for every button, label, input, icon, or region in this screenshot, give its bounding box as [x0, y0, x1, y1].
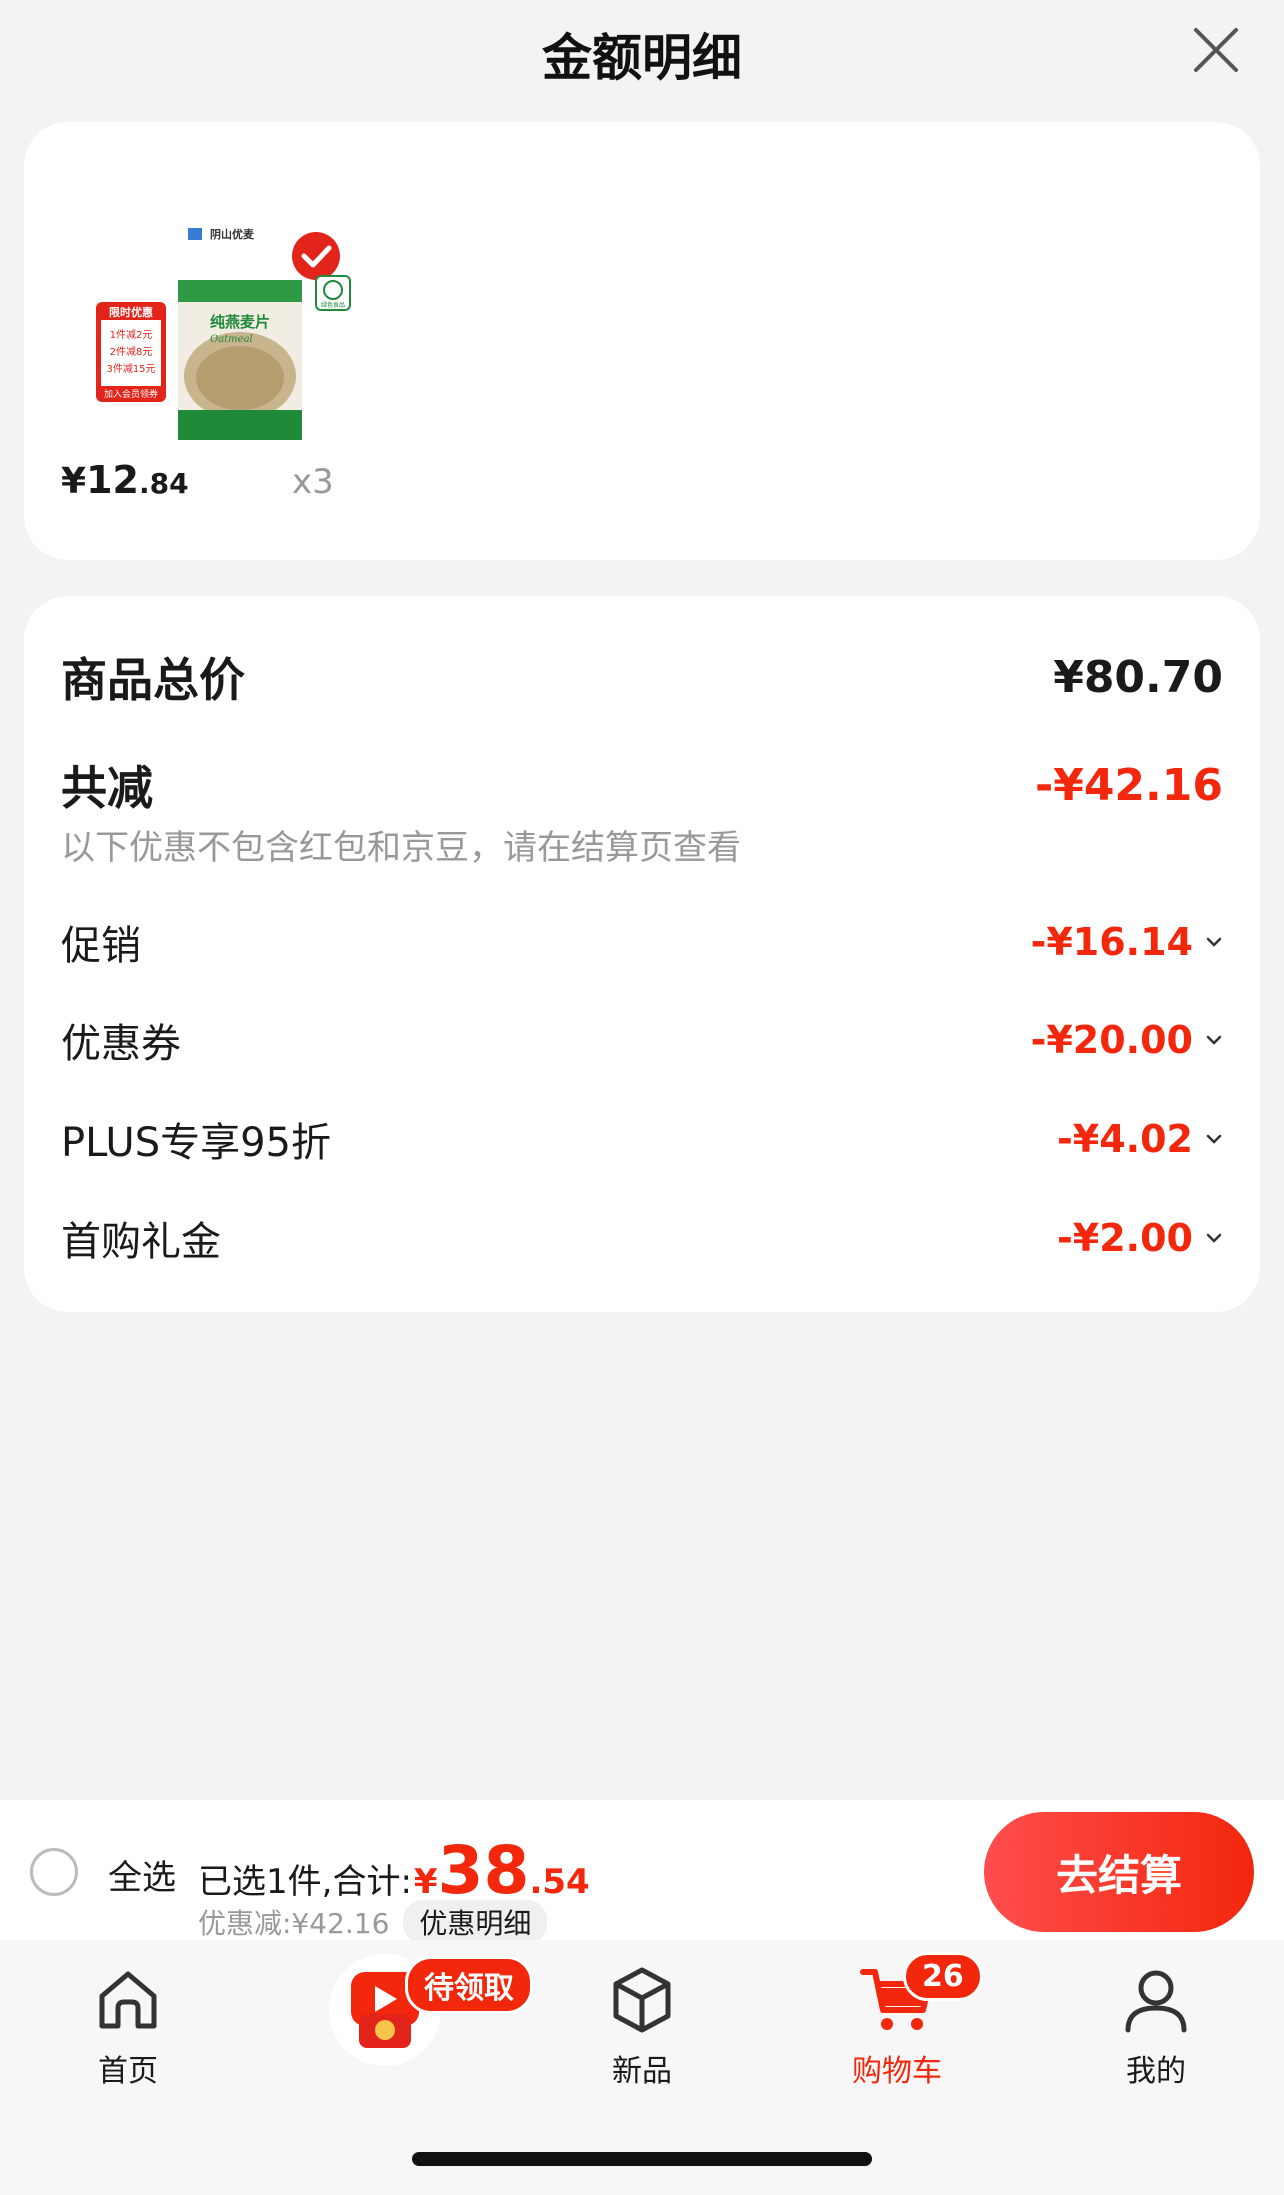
- chevron-down-icon[interactable]: [1205, 936, 1223, 948]
- discount-detail-button[interactable]: 优惠明细: [403, 1900, 548, 1944]
- selected-total: 已选1件,合计: ¥ 38 .54: [198, 1832, 590, 1909]
- checkout-bar: 全选 已选1件,合计: ¥ 38 .54 优惠减:¥42.16 优惠明细 去结算: [0, 1800, 1284, 1944]
- promo-title: 限时优惠: [109, 305, 153, 319]
- saved-row: 优惠减:¥42.16 优惠明细: [198, 1900, 548, 1944]
- chevron-down-icon[interactable]: [1205, 1232, 1223, 1244]
- green-label: 绿色食品: [321, 301, 345, 309]
- user-icon: [1125, 1970, 1187, 2033]
- total-label: 商品总价: [61, 653, 245, 707]
- product-name: 纯燕麦片: [210, 313, 270, 331]
- modal-header: 金额明细: [0, 0, 1284, 110]
- selected-text: 已选1件,合计:: [198, 1862, 412, 1902]
- tab-new[interactable]: 新品: [542, 1960, 742, 2090]
- tab-label: 首页: [98, 2054, 158, 2089]
- total-row: 商品总价 ¥80.70: [61, 642, 1223, 712]
- discount-label: 首购礼金: [61, 1219, 221, 1265]
- product-quantity: x3: [292, 462, 334, 502]
- tab-label: 我的: [1126, 2054, 1186, 2089]
- discount-label: 优惠券: [61, 1021, 181, 1067]
- total-value: ¥80.70: [1053, 651, 1223, 703]
- product-card: 限时优惠 1件减2元 2件减8元 3件减15元 加入会员领券 纯燕麦片 Oatm…: [24, 122, 1260, 560]
- discount-row-first-buy[interactable]: 首购礼金 -¥2.00: [61, 1208, 1223, 1268]
- product-price: ¥12.84: [61, 458, 189, 502]
- promo-line-3: 3件减15元: [106, 363, 155, 375]
- checkout-button[interactable]: 去结算: [984, 1812, 1254, 1932]
- close-icon[interactable]: [1188, 22, 1244, 78]
- cart-badge: 26: [903, 1952, 983, 2001]
- product-name-en: Oatmeal: [210, 334, 253, 345]
- discount-label: PLUS专享95折: [61, 1120, 331, 1166]
- cube-icon: [613, 1967, 671, 2033]
- discount-row-promo[interactable]: 促销 -¥16.14: [61, 912, 1223, 972]
- discount-value: -¥2.00: [1057, 1216, 1193, 1260]
- price-summary-card: 商品总价 ¥80.70 共减 -¥42.16 以下优惠不包含红包和京豆，请在结算…: [24, 596, 1260, 1312]
- tab-home[interactable]: 首页: [28, 1960, 228, 2090]
- brand-name: 阴山优麦: [210, 227, 255, 241]
- tab-label: 新品: [612, 2054, 672, 2089]
- select-all-radio[interactable]: [30, 1848, 78, 1896]
- select-all-label[interactable]: 全选: [108, 1850, 176, 1899]
- discount-note: 以下优惠不包含红包和京豆，请在结算页查看: [61, 828, 741, 868]
- chevron-down-icon[interactable]: [1205, 1034, 1223, 1046]
- total-currency: ¥: [413, 1862, 438, 1902]
- reduce-label: 共减: [61, 761, 153, 815]
- saved-text: 优惠减:¥42.16: [198, 1907, 390, 1940]
- total-int: 38: [437, 1832, 530, 1909]
- total-dec: .54: [529, 1862, 590, 1902]
- discount-row-plus[interactable]: PLUS专享95折 -¥4.02: [61, 1109, 1223, 1169]
- discount-label: 促销: [61, 923, 141, 969]
- home-icon: [99, 1971, 157, 2029]
- discount-value: -¥20.00: [1030, 1018, 1193, 1062]
- discount-value: -¥4.02: [1057, 1117, 1193, 1161]
- discount-value: -¥16.14: [1030, 920, 1193, 964]
- promo-line-2: 2件减8元: [110, 346, 153, 358]
- promo-line-1: 1件减2元: [110, 329, 153, 341]
- page-title: 金额明细: [542, 29, 742, 87]
- chevron-down-icon[interactable]: [1205, 1133, 1223, 1145]
- tab-label: 购物车: [852, 2054, 942, 2089]
- promo-footer: 加入会员领券: [104, 388, 158, 400]
- home-indicator: [412, 2152, 872, 2166]
- discount-row-coupon[interactable]: 优惠券 -¥20.00: [61, 1010, 1223, 1070]
- reduce-value: -¥42.16: [1034, 759, 1223, 811]
- tab-me[interactable]: 我的: [1056, 1960, 1256, 2090]
- reduce-row: 共减 -¥42.16: [61, 750, 1223, 820]
- promo-badge: 待领取: [405, 1956, 533, 2014]
